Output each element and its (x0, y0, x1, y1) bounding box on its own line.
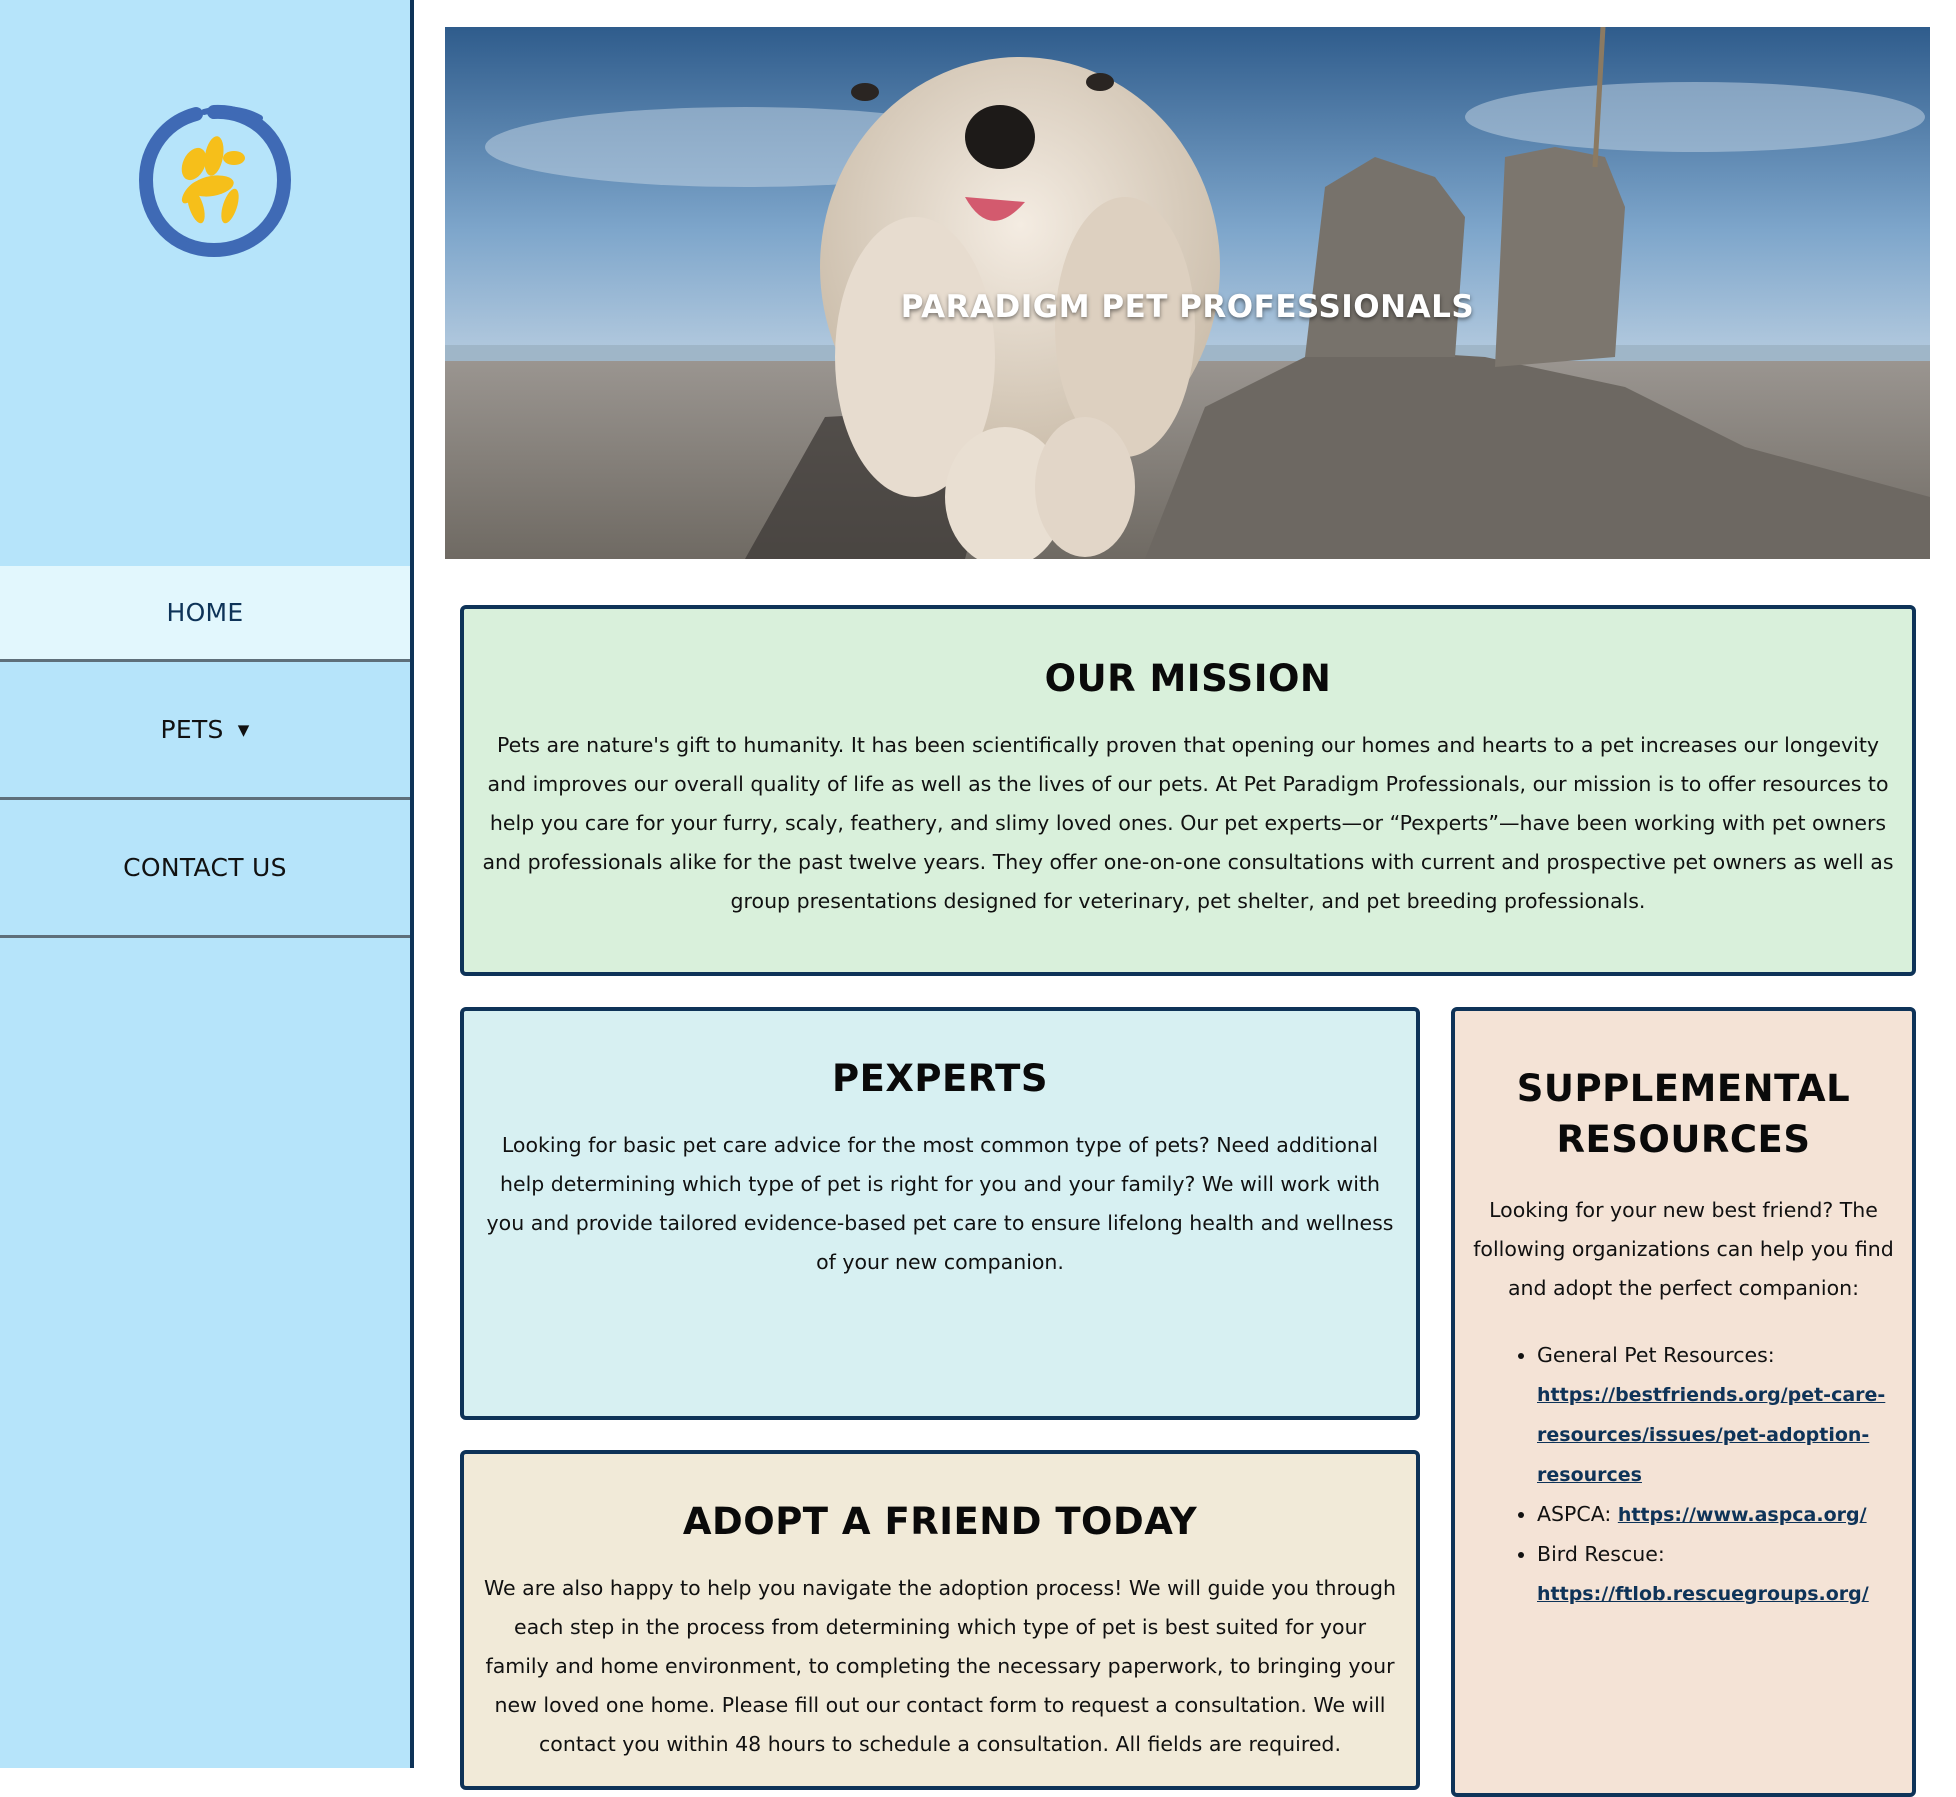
sidebar: HOME PETS ▼ CONTACT US (0, 0, 414, 1768)
resource-link-aspca[interactable]: https://www.aspca.org/ (1618, 1504, 1867, 1526)
nav-item-pets[interactable]: PETS ▼ (0, 662, 410, 800)
supplemental-heading: SUPPLEMENTAL RESOURCES (1516, 1067, 1851, 1161)
site-title: PARADIGM PET PROFESSIONALS (900, 289, 1475, 325)
nav-item-contact-us[interactable]: CONTACT US (0, 800, 410, 938)
mission-text: Pets are nature's gift to humanity. It h… (482, 733, 1894, 913)
supplemental-resources-card: SUPPLEMENTAL RESOURCES Looking for your … (1451, 1007, 1916, 1797)
adopt-heading: ADOPT A FRIEND TODAY (682, 1500, 1198, 1543)
resource-item-aspca: ASPCA: https://www.aspca.org/ (1537, 1495, 1896, 1535)
nav-item-home[interactable]: HOME (0, 566, 410, 662)
resource-link-bestfriends[interactable]: https://bestfriends.org/pet-care-resourc… (1537, 1384, 1885, 1486)
adopt-text: We are also happy to help you navigate t… (483, 1576, 1397, 1756)
resource-list: General Pet Resources: https://bestfrien… (1471, 1336, 1896, 1614)
nav-item-home-label: HOME (166, 598, 244, 627)
mission-card: OUR MISSION Pets are nature's gift to hu… (460, 605, 1916, 976)
caret-down-icon[interactable]: ▼ (238, 721, 250, 739)
resource-label: Bird Rescue: (1537, 1542, 1665, 1566)
resource-label: ASPCA: (1537, 1502, 1612, 1526)
resource-label: General Pet Resources: (1537, 1343, 1775, 1367)
adopt-card: ADOPT A FRIEND TODAY We are also happy t… (460, 1450, 1420, 1790)
supplemental-text: Looking for your new best friend? The fo… (1473, 1198, 1894, 1300)
nav-item-pets-label: PETS (160, 715, 224, 744)
pexperts-text: Looking for basic pet care advice for th… (486, 1133, 1394, 1274)
main-nav: HOME PETS ▼ CONTACT US (0, 566, 410, 938)
nav-item-contact-label: CONTACT US (123, 853, 287, 882)
resource-item-general: General Pet Resources: https://bestfrien… (1537, 1336, 1896, 1495)
mission-heading: OUR MISSION (1044, 657, 1332, 700)
resource-link-bird-rescue[interactable]: https://ftlob.rescuegroups.org/ (1537, 1583, 1869, 1605)
hero-banner: PARADIGM PET PROFESSIONALS (445, 27, 1930, 559)
balloon-dog-logo-icon[interactable] (134, 100, 294, 260)
resource-item-bird-rescue: Bird Rescue: https://ftlob.rescuegroups.… (1537, 1535, 1896, 1614)
pexperts-heading: PEXPERTS (831, 1057, 1049, 1100)
pexperts-card: PEXPERTS Looking for basic pet care advi… (460, 1007, 1420, 1420)
